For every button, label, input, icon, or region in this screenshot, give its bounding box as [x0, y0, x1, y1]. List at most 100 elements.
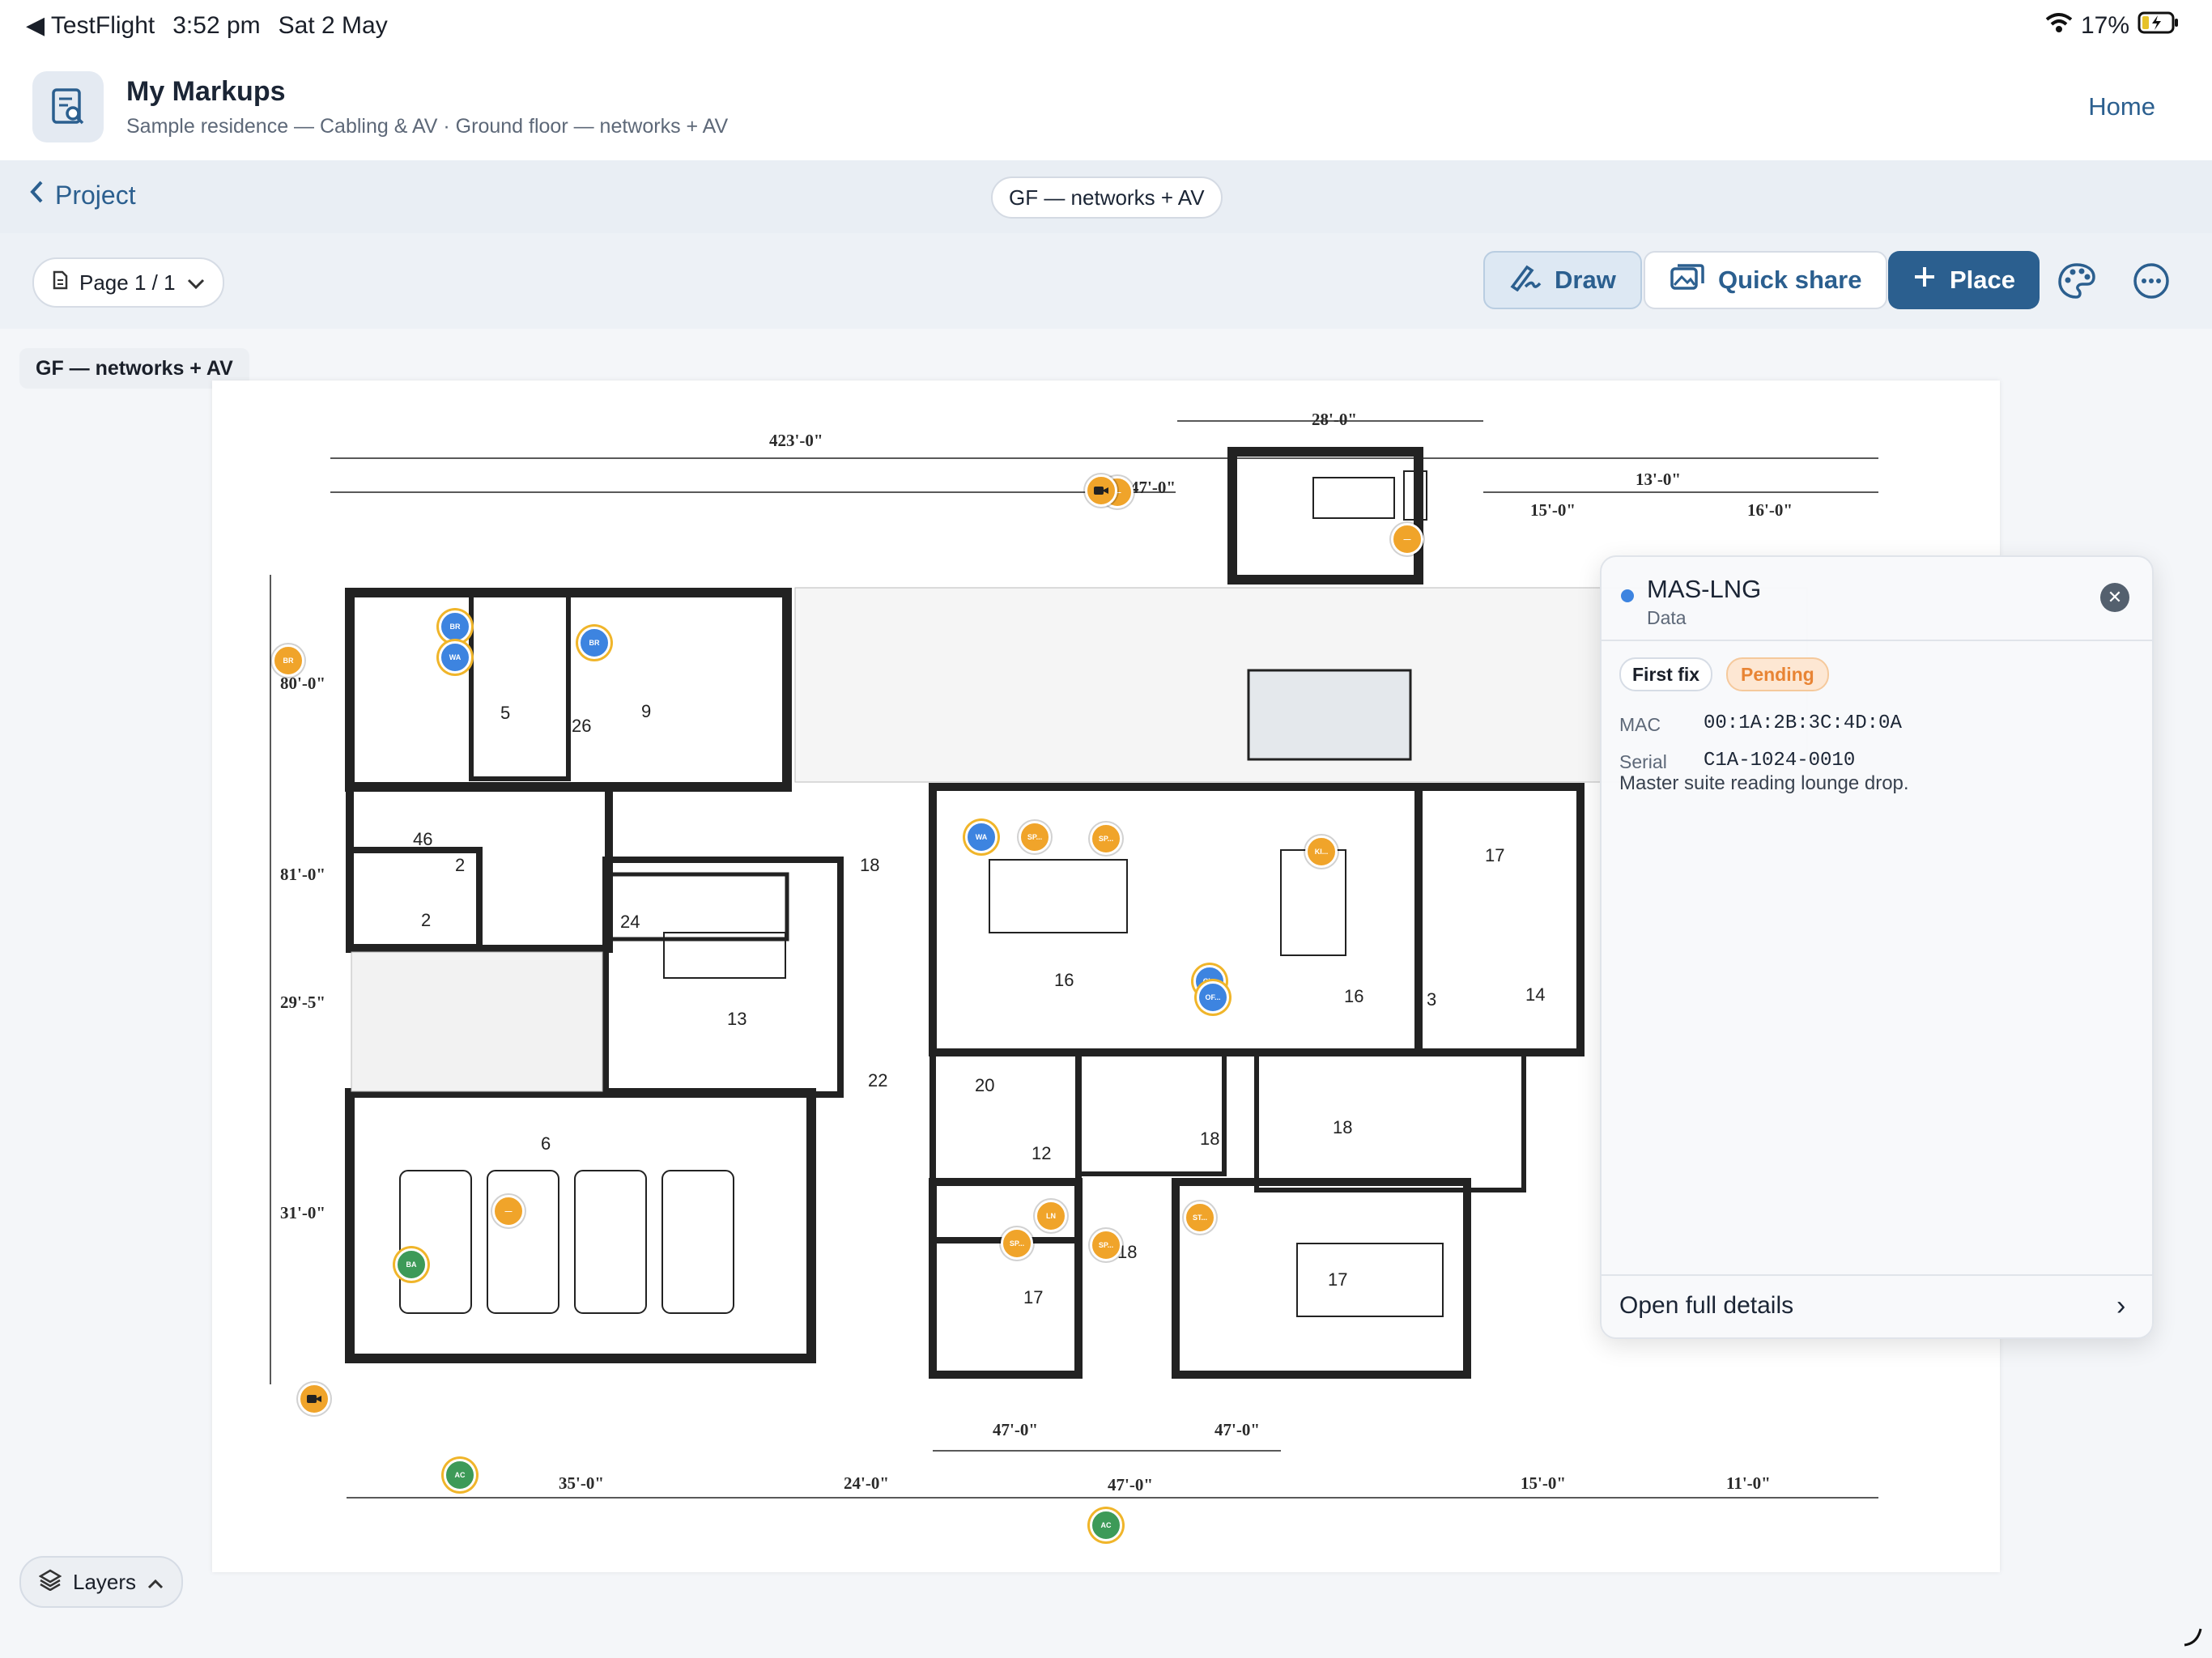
device-marker[interactable]: —: [492, 1195, 525, 1227]
room-number: 22: [868, 1070, 888, 1090]
device-marker[interactable]: SP...: [1090, 823, 1122, 855]
camera-marker[interactable]: [298, 1383, 330, 1415]
dimension-label: 31'-0": [280, 1203, 325, 1222]
device-marker[interactable]: OF...: [1197, 981, 1229, 1014]
chevron-left-icon: [29, 180, 44, 210]
room-number: 13: [727, 1009, 747, 1029]
camera-marker[interactable]: [1085, 474, 1117, 507]
markup-document-icon: [32, 71, 104, 142]
device-marker[interactable]: WA: [965, 821, 998, 853]
room-number: 20: [975, 1075, 995, 1095]
pen-scribble-icon: [1509, 262, 1542, 298]
quick-share-label: Quick share: [1718, 266, 1862, 294]
mac-label: MAC: [1619, 714, 1661, 735]
status-date: Sat 2 May: [278, 11, 388, 39]
serial-label: Serial: [1619, 751, 1667, 772]
chevron-right-icon[interactable]: ›: [2116, 1290, 2125, 1322]
device-marker[interactable]: BR: [272, 644, 304, 677]
room-number: 17: [1023, 1287, 1044, 1307]
device-marker[interactable]: BA: [395, 1248, 428, 1281]
dimension-label: 29'-5": [280, 993, 325, 1012]
back-to-project-button[interactable]: Project: [29, 180, 136, 210]
home-button[interactable]: Home: [2088, 92, 2155, 121]
device-marker[interactable]: KI...: [1305, 835, 1338, 868]
dimension-label: 16'-0": [1747, 500, 1793, 520]
quick-share-button[interactable]: Quick share: [1644, 251, 1888, 309]
dimension-label: 47'-0": [1214, 1420, 1260, 1439]
status-time: 3:52 pm: [172, 11, 261, 39]
device-title: MAS-LNG: [1647, 575, 1762, 603]
device-marker[interactable]: BR: [439, 610, 471, 643]
device-marker[interactable]: AC: [1090, 1509, 1122, 1541]
app-header: My Markups Sample residence — Cabling & …: [0, 50, 2212, 162]
status-bar: ◀ TestFlight 3:52 pm Sat 2 May 17%: [0, 0, 2212, 50]
draw-label: Draw: [1555, 266, 1616, 294]
room-number: 18: [1200, 1129, 1220, 1149]
device-marker[interactable]: BR: [578, 627, 610, 659]
page-selector[interactable]: Page 1 / 1: [32, 257, 224, 308]
back-to-app-link[interactable]: ◀ TestFlight: [26, 11, 155, 40]
serial-value: C1A-1024-0010: [1704, 750, 1856, 772]
dimension-label: 47'-0": [1108, 1475, 1153, 1494]
device-marker[interactable]: SP...: [1090, 1229, 1122, 1261]
wifi-icon: [2045, 12, 2073, 40]
layers-button[interactable]: Layers: [19, 1556, 184, 1608]
back-label: Project: [55, 180, 136, 210]
device-marker[interactable]: —: [1391, 523, 1423, 555]
chevron-up-icon: [147, 1570, 164, 1595]
dimension-label: 28'-0": [1312, 410, 1357, 429]
room-number: 24: [620, 912, 640, 932]
dimension-label: 423'-0": [769, 431, 823, 450]
sheet-name-pill[interactable]: GF — networks + AV: [991, 176, 1223, 219]
room-number: 14: [1525, 984, 1546, 1005]
dimension-label: 15'-0": [1521, 1473, 1566, 1493]
place-button[interactable]: Place: [1888, 251, 2040, 309]
battery-percent: 17%: [2080, 12, 2129, 39]
palette-icon[interactable]: [2057, 261, 2097, 301]
device-marker[interactable]: SP...: [1019, 821, 1051, 853]
device-marker[interactable]: AC: [444, 1459, 476, 1491]
draw-button[interactable]: Draw: [1483, 251, 1642, 309]
room-number: 26: [572, 716, 592, 736]
dimension-label: 35'-0": [559, 1473, 604, 1493]
dimension-label: 47'-0": [993, 1420, 1038, 1439]
device-detail-popover: MAS-LNG Data ✕ First fix Pending MAC 00:…: [1600, 555, 2154, 1339]
room-number: 12: [1032, 1143, 1052, 1163]
dimension-label: 81'-0": [280, 865, 325, 884]
plus-icon: [1912, 265, 1937, 295]
status-dot: [1621, 589, 1634, 602]
device-marker[interactable]: WA: [439, 641, 471, 674]
room-number: 9: [641, 701, 652, 721]
mac-value: 00:1A:2B:3C:4D:0A: [1704, 712, 1902, 734]
open-full-details-button[interactable]: Open full details: [1619, 1292, 1793, 1320]
room-number: 2: [421, 910, 432, 930]
more-options-icon[interactable]: [2131, 261, 2172, 301]
resize-handle-icon[interactable]: [2181, 1626, 2204, 1652]
device-marker[interactable]: ST...: [1184, 1201, 1216, 1234]
room-number: 2: [455, 855, 466, 875]
room-number: 46: [413, 829, 433, 849]
divider: [1602, 1274, 2152, 1276]
place-label: Place: [1950, 266, 2016, 294]
room-number: 18: [1333, 1117, 1353, 1137]
room-number: 17: [1328, 1269, 1348, 1290]
dimension-label: 47'-0": [1130, 478, 1176, 497]
room-number: 17: [1485, 845, 1505, 865]
room-number: 6: [541, 1133, 551, 1154]
device-marker[interactable]: SP...: [1001, 1227, 1033, 1260]
room-number: 18: [860, 855, 880, 875]
divider: [1602, 640, 2152, 641]
page-icon: [52, 270, 68, 295]
room-number: 16: [1054, 970, 1074, 990]
stage-chip: First fix: [1619, 657, 1713, 691]
close-icon[interactable]: ✕: [2100, 583, 2129, 612]
page-label: Page 1 / 1: [79, 270, 176, 295]
photos-share-icon: [1670, 262, 1705, 298]
device-marker[interactable]: LN: [1035, 1200, 1067, 1232]
room-number: 5: [500, 703, 511, 723]
room-number: 3: [1427, 989, 1437, 1010]
app-subtitle: Sample residence — Cabling & AV · Ground…: [126, 115, 729, 138]
dimension-label: 24'-0": [844, 1473, 889, 1493]
project-bar: Project GF — networks + AV: [0, 160, 2212, 235]
toolbar: Page 1 / 1 Draw Quick share Place: [0, 233, 2212, 330]
